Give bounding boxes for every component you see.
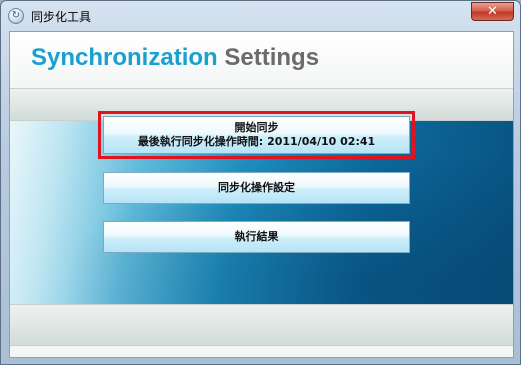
last-sync-info: 最後執行同步化操作時間: 2011/04/10 02:41 xyxy=(104,135,409,149)
last-sync-time: 2011/04/10 02:41 xyxy=(267,135,376,148)
sync-app-icon: ↻ xyxy=(8,8,24,24)
page-title-synchronization: Synchronization xyxy=(31,44,218,71)
title-bar[interactable]: ↻ 同步化工具 ✕ xyxy=(1,1,520,31)
footer xyxy=(10,346,513,357)
header: Synchronization Settings xyxy=(10,32,513,88)
start-sync-label: 開始同步 xyxy=(234,121,279,134)
page-title-settings: Settings xyxy=(224,44,320,71)
window-title: 同步化工具 xyxy=(31,10,92,24)
close-button[interactable]: ✕ xyxy=(471,2,514,21)
start-sync-button[interactable]: 開始同步 最後執行同步化操作時間: 2011/04/10 02:41 xyxy=(98,111,415,159)
sync-tool-window: ↻ 同步化工具 ✕ Synchronization Settings 開始同步 … xyxy=(0,0,521,365)
results-button[interactable]: 執行結果 xyxy=(103,221,410,253)
last-sync-prefix: 最後執行同步化操作時間: xyxy=(137,135,264,148)
bottom-band xyxy=(10,304,513,346)
page-title: Synchronization Settings xyxy=(31,44,319,72)
sync-settings-button[interactable]: 同步化操作設定 xyxy=(103,172,410,204)
